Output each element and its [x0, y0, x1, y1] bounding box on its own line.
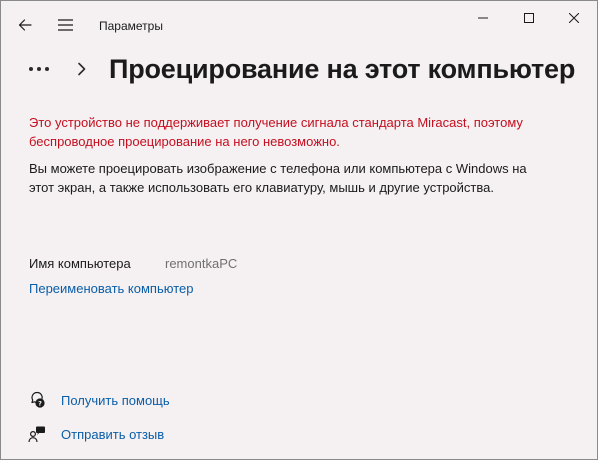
back-button[interactable] — [5, 7, 45, 43]
close-button[interactable] — [551, 1, 597, 35]
rename-pc-link[interactable]: Переименовать компьютер — [29, 281, 193, 296]
maximize-button[interactable] — [506, 1, 552, 35]
close-icon — [569, 13, 579, 23]
pc-name-value: remontkaPC — [165, 256, 238, 271]
pc-name-label: Имя компьютера — [29, 256, 131, 271]
feedback-person-icon — [27, 424, 47, 444]
content-area: Это устройство не поддерживает получение… — [29, 113, 549, 197]
chevron-right-icon — [77, 59, 97, 79]
minimize-icon — [478, 17, 488, 19]
navigation-menu-button[interactable] — [45, 7, 85, 43]
more-dots-icon[interactable] — [29, 59, 59, 79]
title-bar: Параметры — [1, 1, 597, 53]
projection-description: Вы можете проецировать изображение с тел… — [29, 161, 527, 195]
pc-name-row: Имя компьютера remontkaPC — [29, 256, 237, 271]
get-help-label: Получить помощь — [61, 392, 170, 408]
minimize-button[interactable] — [460, 1, 506, 35]
page-title: Проецирование на этот компьютер — [109, 53, 576, 84]
settings-window: Параметры Проецирование на этот компьюте… — [0, 0, 598, 460]
miracast-warning: Это устройство не поддерживает получение… — [29, 115, 523, 149]
get-help-link[interactable]: ? Получить помощь — [27, 389, 170, 411]
send-feedback-label: Отправить отзыв — [61, 426, 165, 442]
svg-text:?: ? — [38, 399, 42, 407]
help-chat-icon: ? — [27, 390, 47, 410]
maximize-icon — [524, 13, 534, 23]
send-feedback-link[interactable]: Отправить отзыв — [27, 423, 164, 445]
hamburger-menu-icon — [57, 19, 73, 31]
arrow-left-icon — [18, 19, 32, 31]
app-title: Параметры — [99, 19, 163, 33]
breadcrumb: Проецирование на этот компьютер — [29, 49, 575, 89]
